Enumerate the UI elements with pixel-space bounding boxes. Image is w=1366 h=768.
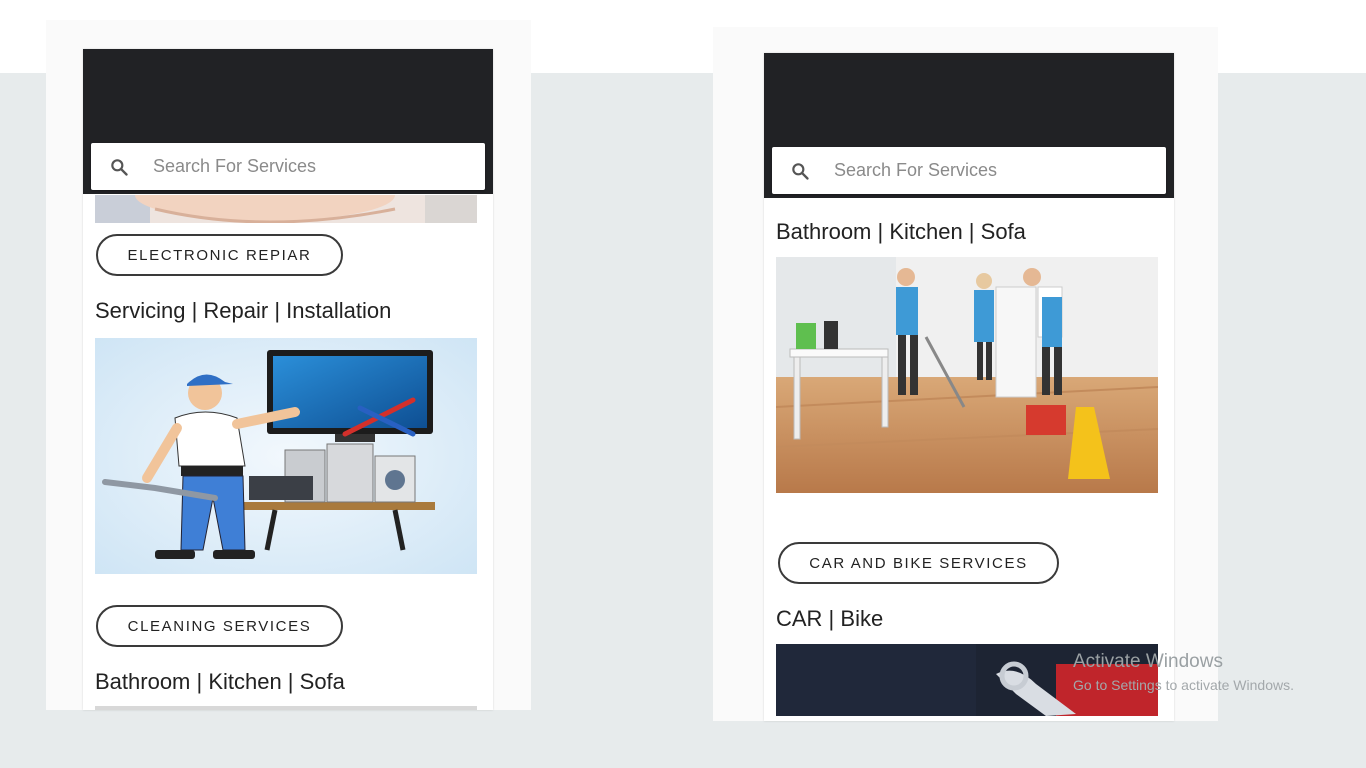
car-bike-services-button[interactable]: CAR AND BIKE SERVICES <box>778 542 1059 584</box>
left-phone: ELECTRONIC REPIAR Servicing | Repair | I… <box>83 49 493 710</box>
search-input[interactable] <box>832 159 1126 182</box>
electronic-subtitle: Servicing | Repair | Installation <box>95 298 392 323</box>
search-bar[interactable] <box>91 143 485 190</box>
cleaning-image-partial <box>95 706 477 710</box>
search-input[interactable] <box>151 155 445 178</box>
cleaning-subtitle: Bathroom | Kitchen | Sofa <box>95 669 345 694</box>
activate-windows-subtitle: Go to Settings to activate Windows. <box>1073 677 1294 693</box>
cleaning-image <box>776 257 1158 493</box>
cleaning-subtitle: Bathroom | Kitchen | Sofa <box>776 219 1026 244</box>
search-icon <box>792 162 809 180</box>
electronic-repair-button[interactable]: ELECTRONIC REPIAR <box>96 234 343 276</box>
car-bike-subtitle: CAR | Bike <box>776 606 884 631</box>
search-icon <box>111 158 128 176</box>
right-phone: Bathroom | Kitchen | Sofa <box>764 53 1174 721</box>
electronic-repair-image <box>95 338 477 574</box>
search-bar[interactable] <box>772 147 1166 194</box>
activate-windows-title: Activate Windows <box>1073 651 1223 672</box>
hand-image-partial <box>95 195 477 223</box>
cleaning-services-button[interactable]: CLEANING SERVICES <box>96 605 343 647</box>
